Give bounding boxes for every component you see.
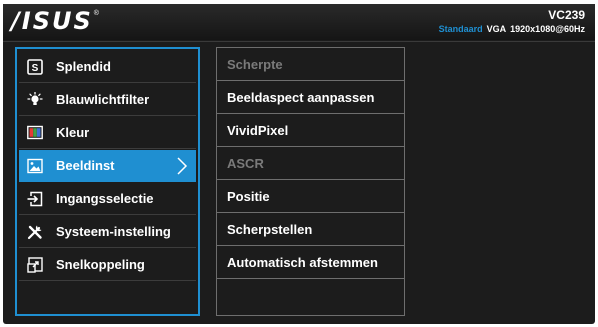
image-icon xyxy=(27,158,43,174)
color-icon xyxy=(27,125,43,141)
header-divider xyxy=(3,41,595,42)
input-select-icon xyxy=(27,191,43,207)
main-menu: S Splendid Blauwlichtfilter Kleur Beeldi… xyxy=(15,47,200,316)
submenu-item-scherpte[interactable]: Scherpte xyxy=(217,49,404,81)
submenu-item-beeldaspect-aanpassen[interactable]: Beeldaspect aanpassen xyxy=(217,82,404,114)
splendid-icon: S xyxy=(27,59,43,75)
submenu-item-label: Automatisch afstemmen xyxy=(227,255,378,270)
logo-text: /ISUS xyxy=(11,7,93,35)
menu-item-ingangsselectie[interactable]: Ingangsselectie xyxy=(19,183,196,215)
resolution: 1920x1080@60Hz xyxy=(510,24,585,34)
submenu-item-ascr[interactable]: ASCR xyxy=(217,148,404,180)
menu-item-beeldinst[interactable]: Beeldinst xyxy=(19,150,196,182)
lightbulb-icon xyxy=(27,91,43,108)
menu-item-systeem-instelling[interactable]: Systeem-instelling xyxy=(19,216,196,248)
chevron-right-icon xyxy=(176,156,188,176)
menu-item-empty xyxy=(19,282,196,314)
menu-item-splendid[interactable]: S Splendid xyxy=(19,51,196,83)
mode-label: Standaard xyxy=(438,24,483,34)
osd-window: /ISUS® VC239 Standaard VGA 1920x1080@60Hz … xyxy=(3,4,595,324)
status-line: Standaard VGA 1920x1080@60Hz xyxy=(439,23,585,35)
menu-item-label: Kleur xyxy=(56,125,90,140)
menu-item-label: Splendid xyxy=(56,59,111,74)
menu-item-snelkoppeling[interactable]: Snelkoppeling xyxy=(19,249,196,281)
sub-menu: Scherpte Beeldaspect aanpassen VividPixe… xyxy=(216,47,405,316)
submenu-item-label: Scherpstellen xyxy=(227,222,313,237)
menu-item-label: Systeem-instelling xyxy=(56,224,171,239)
submenu-item-scherpstellen[interactable]: Scherpstellen xyxy=(217,214,404,246)
menu-item-label: Snelkoppeling xyxy=(56,257,145,272)
tools-icon xyxy=(27,224,43,240)
registered-mark: ® xyxy=(93,10,99,17)
submenu-item-automatisch-afstemmen[interactable]: Automatisch afstemmen xyxy=(217,247,404,279)
submenu-item-label: Positie xyxy=(227,189,270,204)
shortcut-icon xyxy=(27,257,43,273)
submenu-item-vividpixel[interactable]: VividPixel xyxy=(217,115,404,147)
menu-item-label: Ingangsselectie xyxy=(56,191,154,206)
submenu-item-label: Scherpte xyxy=(227,57,283,72)
menu-item-blauwlichtfilter[interactable]: Blauwlichtfilter xyxy=(19,84,196,116)
menu-item-kleur[interactable]: Kleur xyxy=(19,117,196,149)
submenu-item-label: Beeldaspect aanpassen xyxy=(227,90,375,105)
svg-text:S: S xyxy=(32,63,39,74)
submenu-item-empty xyxy=(217,280,404,312)
menu-item-label: Blauwlichtfilter xyxy=(56,92,150,107)
monitor-info: VC239 Standaard VGA 1920x1080@60Hz xyxy=(439,9,585,35)
menu-item-label: Beeldinst xyxy=(56,158,115,173)
submenu-item-label: VividPixel xyxy=(227,123,289,138)
osd-header: /ISUS® VC239 Standaard VGA 1920x1080@60Hz xyxy=(3,4,595,40)
submenu-item-positie[interactable]: Positie xyxy=(217,181,404,213)
model-name: VC239 xyxy=(548,8,585,22)
submenu-item-label: ASCR xyxy=(227,156,264,171)
input-source: VGA xyxy=(486,24,507,34)
asus-logo: /ISUS® xyxy=(11,7,99,35)
